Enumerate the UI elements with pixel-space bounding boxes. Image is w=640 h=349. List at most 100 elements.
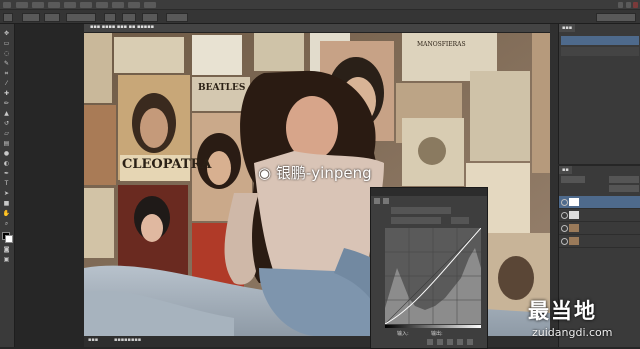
history-brush-icon[interactable]: ↺ <box>2 120 11 128</box>
hand-icon[interactable]: ✋ <box>2 210 11 218</box>
type-icon[interactable]: T <box>2 180 11 188</box>
input-gradient-bar <box>385 325 481 328</box>
history-item[interactable] <box>561 47 639 56</box>
layer-thumbnail <box>569 198 579 206</box>
site-domain: zuidangdi.com <box>532 326 613 339</box>
eyedropper-gray-icon[interactable] <box>374 250 380 256</box>
layer-row-selected[interactable] <box>559 196 640 209</box>
stamp-icon[interactable]: ▲ <box>2 110 11 118</box>
option-control[interactable] <box>122 13 136 22</box>
shape-icon[interactable]: ■ <box>2 200 11 208</box>
doc-size-readout: ▪▪▪▪▪▪▪▪ <box>114 337 142 343</box>
blur-icon[interactable]: ● <box>2 150 11 158</box>
menu-item[interactable] <box>96 2 108 8</box>
curves-graph[interactable] <box>385 228 481 324</box>
clip-to-layer-icon[interactable] <box>427 339 433 345</box>
document-tab-label: ▪▪▪ ▪▪▪▪ ▪▪▪ ▪▪ ▪▪▪▪▪ <box>90 24 154 30</box>
eye-icon[interactable] <box>561 225 568 232</box>
tool-preset-icon[interactable] <box>3 13 13 22</box>
zoom-readout[interactable]: ▪▪▪ <box>88 337 98 343</box>
tools-panel: ✥ ▭ ◌ ✎ ⌗ ⁄ ✚ ✏ ▲ ↺ ▱ ▤ ● ◐ ✒ T ➤ ■ ✋ ⌕ … <box>0 24 15 347</box>
menu-item[interactable] <box>128 2 140 8</box>
blend-mode-dropdown[interactable] <box>561 176 585 183</box>
panel-header[interactable] <box>371 188 487 196</box>
option-control[interactable] <box>44 13 60 22</box>
option-control[interactable] <box>166 13 188 22</box>
close-icon[interactable] <box>633 2 638 8</box>
quick-mask-icon[interactable]: ◙ <box>2 246 11 254</box>
visibility-icon[interactable] <box>457 339 463 345</box>
option-control[interactable] <box>142 13 158 22</box>
output-label: 输出: <box>431 331 443 337</box>
options-bar <box>0 10 640 24</box>
adjustment-icon <box>374 198 380 204</box>
quick-select-icon[interactable]: ✎ <box>2 60 11 68</box>
opacity-field[interactable] <box>609 176 639 183</box>
zoom-icon[interactable]: ⌕ <box>2 220 11 228</box>
app-logo-icon <box>3 2 11 8</box>
marquee-icon[interactable]: ▭ <box>2 40 11 48</box>
eye-icon[interactable] <box>561 238 568 245</box>
menu-item[interactable] <box>80 2 92 8</box>
workspace-switcher[interactable] <box>596 13 636 22</box>
path-select-icon[interactable]: ➤ <box>2 190 11 198</box>
brush-icon[interactable]: ✏ <box>2 100 11 108</box>
menu-item[interactable] <box>48 2 60 8</box>
poster-title-cleopatra: CLEOPATRA <box>122 157 212 172</box>
history-panel: ▪▪▪ <box>558 24 640 164</box>
menu-bar <box>0 0 640 10</box>
gradient-icon[interactable]: ▤ <box>2 140 11 148</box>
eraser-icon[interactable]: ▱ <box>2 130 11 138</box>
crop-icon[interactable]: ⌗ <box>2 70 11 78</box>
option-control[interactable] <box>104 13 116 22</box>
eye-icon[interactable] <box>561 212 568 219</box>
menu-item[interactable] <box>144 2 156 8</box>
maximize-icon[interactable] <box>626 2 631 8</box>
eyedropper-black-icon[interactable] <box>374 240 380 246</box>
layer-thumbnail <box>569 211 579 219</box>
healing-icon[interactable]: ✚ <box>2 90 11 98</box>
background-color-swatch[interactable] <box>5 235 13 243</box>
menu-item[interactable] <box>16 2 28 8</box>
layer-thumbnail <box>569 237 579 245</box>
tab-history[interactable]: ▪▪▪ <box>559 24 576 32</box>
layer-thumbnail <box>569 224 579 232</box>
mask-icon[interactable] <box>383 198 389 204</box>
curves-properties-panel: 输入: 输出: <box>370 187 488 349</box>
pen-icon[interactable]: ✒ <box>2 170 11 178</box>
tab-layers[interactable]: ▪▪ <box>559 166 572 174</box>
trash-icon[interactable] <box>467 339 473 345</box>
option-dropdown[interactable] <box>66 13 96 22</box>
view-previous-icon[interactable] <box>437 339 443 345</box>
layer-row[interactable] <box>559 209 640 222</box>
screen-mode-icon[interactable]: ▣ <box>2 256 11 264</box>
poster-title-beatles: BEATLES <box>198 83 246 93</box>
menu-item[interactable] <box>112 2 124 8</box>
menu-item[interactable] <box>32 2 44 8</box>
menu-item[interactable] <box>64 2 76 8</box>
option-control[interactable] <box>22 13 40 22</box>
poster-title-manosfieras: MANOSFIERAS <box>417 41 466 48</box>
layer-row[interactable] <box>559 222 640 235</box>
watermark-handle: 银鹏-yinpeng <box>275 164 372 182</box>
move-icon[interactable]: ✥ <box>2 30 11 38</box>
minimize-icon[interactable] <box>618 2 623 8</box>
dodge-icon[interactable]: ◐ <box>2 160 11 168</box>
eyedropper-white-icon[interactable] <box>374 260 380 266</box>
channel-dropdown[interactable] <box>391 217 441 224</box>
fill-field[interactable] <box>609 185 639 192</box>
eyedropper-icon[interactable]: ⁄ <box>2 80 11 88</box>
reset-icon[interactable] <box>447 339 453 345</box>
weibo-watermark: ◉ 银鹏-yinpeng <box>258 162 372 183</box>
auto-button[interactable] <box>451 217 469 224</box>
document-tab[interactable]: ▪▪▪ ▪▪▪▪ ▪▪▪ ▪▪ ▪▪▪▪▪ <box>84 24 550 33</box>
weibo-icon: ◉ <box>258 164 276 182</box>
lasso-icon[interactable]: ◌ <box>2 50 11 58</box>
layer-row[interactable] <box>559 235 640 248</box>
on-image-adjust-icon[interactable] <box>374 228 380 234</box>
input-label: 输入: <box>397 331 409 337</box>
site-logo: 最当地 <box>528 299 597 323</box>
history-item-selected[interactable] <box>561 36 639 45</box>
preset-dropdown[interactable] <box>391 207 451 214</box>
eye-icon[interactable] <box>561 199 568 206</box>
